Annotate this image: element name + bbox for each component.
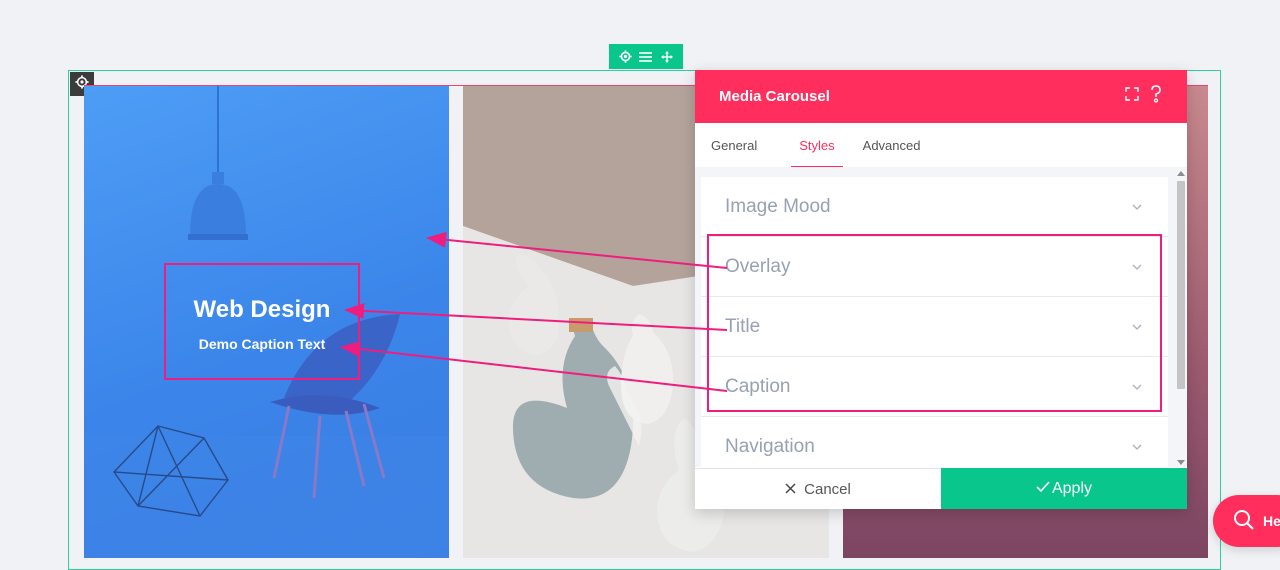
checkmark-icon <box>1036 480 1050 498</box>
slide-caption-box[interactable]: Web Design Demo Caption Text <box>164 263 360 380</box>
section-toolbar[interactable] <box>609 44 683 69</box>
tab-general[interactable]: General <box>711 123 778 167</box>
chevron-down-icon <box>1130 440 1144 454</box>
help-icon[interactable] <box>1149 85 1163 108</box>
cancel-label: Cancel <box>804 480 851 498</box>
help-label: He <box>1263 513 1280 529</box>
accordion-item-navigation[interactable]: Navigation <box>701 417 1168 467</box>
panel-header[interactable]: Media Carousel <box>695 70 1187 123</box>
apply-label: Apply <box>1051 479 1093 497</box>
slide-caption: Demo Caption Text <box>198 335 326 352</box>
cancel-button[interactable]: Cancel <box>695 468 941 509</box>
panel-footer: Cancel Apply <box>695 468 1187 509</box>
accordion-label: Image Mood <box>725 195 831 217</box>
panel-title: Media Carousel <box>719 88 830 105</box>
search-icon <box>1233 509 1255 534</box>
tab-advanced[interactable]: Advanced <box>863 123 942 167</box>
gear-icon[interactable] <box>618 50 632 64</box>
chevron-down-icon <box>1130 200 1144 214</box>
close-icon <box>785 481 796 498</box>
panel-scrollbar[interactable] <box>1174 167 1187 467</box>
menu-icon[interactable] <box>639 50 653 64</box>
apply-button[interactable]: Apply <box>941 468 1187 509</box>
accordion-item-image-mood[interactable]: Image Mood <box>701 177 1168 237</box>
panel-tabs: General Styles Advanced <box>695 123 1187 168</box>
scrollbar-thumb[interactable] <box>1177 181 1185 389</box>
accordion-label: Navigation <box>725 435 815 457</box>
scroll-up-arrow[interactable] <box>1177 171 1185 176</box>
tab-styles[interactable]: Styles <box>785 123 848 168</box>
help-button[interactable]: He <box>1213 495 1280 547</box>
move-icon[interactable] <box>660 50 674 64</box>
scroll-down-arrow[interactable] <box>1177 460 1185 465</box>
slide-title: Web Design <box>193 295 331 323</box>
fullscreen-icon[interactable] <box>1125 87 1139 106</box>
annotation-highlight-box <box>707 234 1162 412</box>
